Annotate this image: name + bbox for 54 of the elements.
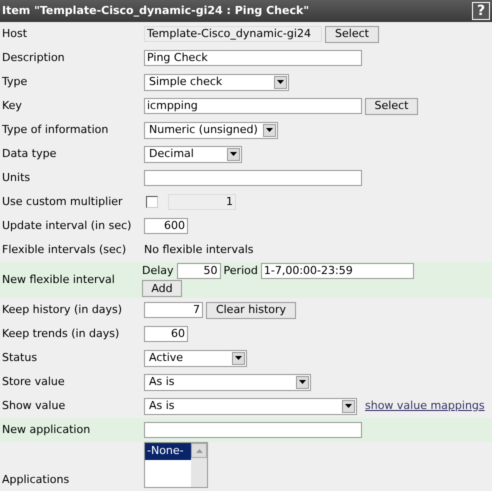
field-label: Delay — [142, 262, 174, 279]
dropdown[interactable]: As is — [144, 398, 357, 414]
dropdown[interactable]: As is — [144, 374, 311, 390]
field-label: Period — [224, 262, 258, 279]
select-button[interactable]: Add — [142, 280, 182, 298]
field-value: No flexible intervals — [144, 242, 254, 258]
dropdown[interactable]: Numeric (unsigned) — [144, 122, 278, 138]
field-label: Show value — [2, 398, 66, 414]
field-label: Keep history (in days) — [2, 302, 122, 318]
input-field[interactable]: icmpping — [144, 98, 362, 114]
input-field[interactable] — [144, 170, 362, 186]
field-label: Host — [2, 26, 28, 42]
field-label: Units — [2, 170, 30, 186]
dropdown[interactable]: Active — [144, 350, 247, 366]
field-label: Use custom multiplier — [2, 194, 123, 210]
field-label: Update interval (in sec) — [2, 218, 132, 234]
input-field[interactable]: 60 — [144, 326, 188, 342]
caret-icon — [227, 148, 240, 160]
scroll-up-icon — [191, 443, 207, 458]
select-button[interactable]: Clear history — [206, 302, 296, 318]
caret-icon — [274, 76, 287, 88]
input-field[interactable] — [144, 422, 362, 438]
field-label: Status — [2, 350, 38, 366]
caret-icon — [263, 124, 276, 136]
input-field[interactable]: 7 — [144, 302, 203, 318]
value-mappings-link[interactable]: show value mappings — [365, 398, 485, 414]
field-label: Flexible intervals (sec) — [2, 242, 126, 258]
field-label: New application — [2, 422, 90, 438]
list-box[interactable]: -None- — [144, 442, 208, 488]
select-button[interactable]: Select — [325, 26, 379, 42]
input-field[interactable]: Ping Check — [144, 50, 362, 66]
period-field[interactable]: 1-7,00:00-23:59 — [260, 263, 414, 279]
caret-icon — [296, 376, 309, 388]
select-button[interactable]: Select — [365, 98, 418, 114]
delay-field[interactable]: 50 — [176, 263, 221, 279]
field-label: Data type — [2, 146, 56, 162]
window-title: Item "Template-Cisco_dynamic-gi24 : Ping Check" — [2, 2, 310, 19]
field-label: Key — [2, 98, 22, 114]
field-label: New flexible interval — [2, 272, 115, 288]
caret-icon — [232, 352, 245, 364]
checkbox[interactable] — [146, 196, 158, 208]
field-label: Type of information — [2, 122, 108, 138]
dropdown[interactable]: Simple check — [144, 74, 289, 90]
dropdown[interactable]: Decimal — [144, 146, 242, 162]
readonly-field[interactable]: Template-Cisco_dynamic-gi24 — [144, 26, 322, 42]
list-option[interactable]: -None- — [145, 443, 191, 460]
input-field[interactable]: 600 — [144, 218, 188, 234]
caret-icon — [342, 400, 355, 412]
field-label: Store value — [2, 374, 65, 390]
field-label: Type — [2, 74, 28, 90]
field-label: Applications — [2, 472, 70, 488]
help-button[interactable]: ? — [472, 2, 490, 20]
field-label: Description — [2, 50, 65, 66]
field-label: Keep trends (in days) — [2, 326, 120, 342]
